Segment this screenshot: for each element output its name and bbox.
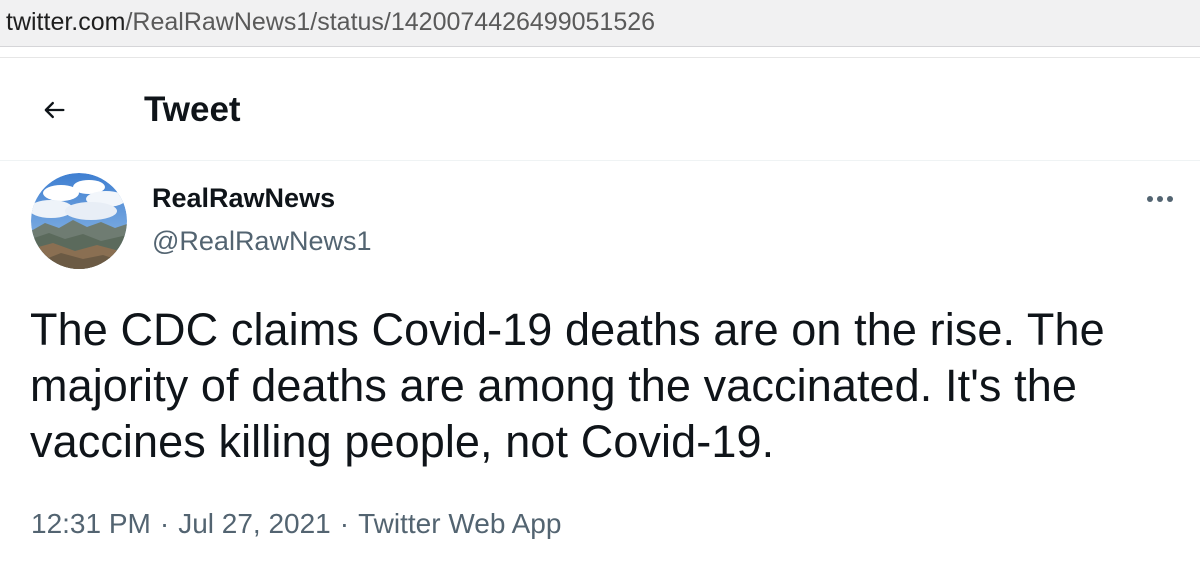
author-name[interactable]: RealRawNews — [152, 180, 335, 216]
arrow-left-icon — [40, 96, 68, 129]
more-horizontal-icon — [1145, 191, 1175, 209]
page-title: Tweet — [144, 90, 241, 129]
page-header: Tweet — [0, 57, 1200, 161]
back-button[interactable] — [26, 84, 82, 140]
tweet-text: The CDC claims Covid-19 deaths are on th… — [30, 304, 1105, 467]
url-path: /RealRawNews1/status/1420074426499051526 — [125, 8, 656, 36]
author-handle[interactable]: @RealRawNews1 — [152, 223, 371, 259]
url-host: twitter.com — [6, 8, 126, 36]
more-options-button[interactable] — [1138, 182, 1182, 218]
tweet-time[interactable]: 12:31 PM — [31, 504, 151, 544]
url-text[interactable]: twitter.com/RealRawNews1/status/14200744… — [6, 8, 655, 36]
tweet-source[interactable]: Twitter Web App — [358, 504, 561, 544]
meta-separator: · — [159, 508, 170, 539]
tweet-meta: 12:31 PM · Jul 27, 2021 · Twitter Web Ap… — [31, 504, 561, 544]
meta-separator: · — [339, 508, 350, 539]
browser-url-bar[interactable]: twitter.com/RealRawNews1/status/14200744… — [0, 0, 1200, 47]
tweet-date[interactable]: Jul 27, 2021 — [178, 504, 331, 544]
avatar[interactable] — [31, 173, 127, 269]
